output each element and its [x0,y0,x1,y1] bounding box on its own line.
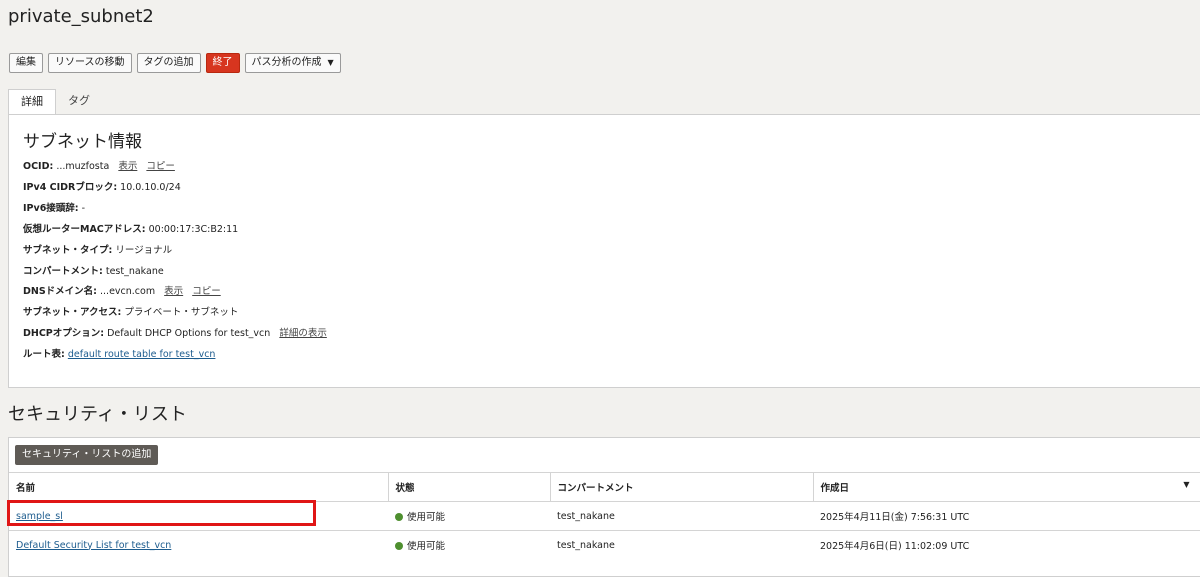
dhcp-label: DHCPオプション: [23,328,105,339]
column-name[interactable]: 名前 [9,472,389,502]
compartment-label: コンパートメント: [23,266,103,277]
page-title: private_subnet2 [8,6,154,27]
info-mac: 仮想ルーターMACアドレス: 00:00:17:3C:B2:11 [23,221,238,235]
info-ocid: OCID: ...muzfosta 表示 コピー [23,158,175,172]
dhcp-detail-link[interactable]: 詳細の表示 [279,328,327,339]
dhcp-value: Default DHCP Options for test_vcn [107,328,271,339]
table-header-row: 名前 状態 コンパートメント 作成日 ▼ [9,472,1200,502]
security-list-table: 名前 状態 コンパートメント 作成日 ▼ sample_sl 使用可能 test… [9,472,1200,559]
subnet-info-panel: サブネット情報 OCID: ...muzfosta 表示 コピー IPv4 CI… [8,114,1200,388]
info-access: サブネット・アクセス: プライベート・サブネット [23,304,238,318]
terminate-button[interactable]: 終了 [205,53,240,73]
ocid-label: OCID: [23,161,54,172]
ocid-value: ...muzfosta [56,161,110,172]
security-list-panel: セキュリティ・リストの追加 名前 状態 コンパートメント 作成日 ▼ sampl… [8,437,1200,577]
column-state[interactable]: 状態 [388,472,551,502]
dns-label: DNSドメイン名: [23,286,97,297]
status-available-icon [395,513,403,521]
table-row: Default Security List for test_vcn 使用可能 … [9,530,1200,559]
sort-caret-down-icon[interactable]: ▼ [1183,480,1189,489]
column-compartment[interactable]: コンパートメント [550,472,814,502]
status-available-icon [395,542,403,550]
security-list-title: セキュリティ・リスト [8,404,187,425]
tab-bar: 詳細 タグ [8,89,102,115]
caret-down-icon: ▼ [327,58,334,67]
ocid-show-link[interactable]: 表示 [118,161,137,172]
tab-tags[interactable]: タグ [56,89,102,115]
route-table-link[interactable]: default route table for test_vcn [68,349,216,360]
info-compartment: コンパートメント: test_nakane [23,263,164,277]
mac-value: 00:00:17:3C:B2:11 [148,224,239,235]
info-ipv6: IPv6接頭辞: - [23,200,85,214]
ipv4-label: IPv4 CIDRブロック: [23,182,118,193]
subnet-type-value: リージョナル [115,245,173,256]
ocid-copy-link[interactable]: コピー [146,161,175,172]
security-list-name-link[interactable]: Default Security List for test_vcn [16,540,171,551]
path-analysis-label: パス分析の作成 [251,57,322,68]
edit-button[interactable]: 編集 [9,53,43,73]
table-row: sample_sl 使用可能 test_nakane 2025年4月11日(金)… [9,501,1200,531]
state-value: 使用可能 [407,541,446,552]
security-list-name-link[interactable]: sample_sl [16,511,63,522]
subnet-info-title: サブネット情報 [23,132,142,152]
info-ipv4: IPv4 CIDRブロック: 10.0.10.0/24 [23,179,181,193]
move-resource-button[interactable]: リソースの移動 [48,53,132,73]
column-created-label: 作成日 [820,483,850,494]
dns-value: ...evcn.com [100,286,156,297]
ipv6-value: - [81,203,86,214]
action-toolbar: 編集 リソースの移動 タグの追加 終了 パス分析の作成 ▼ [9,53,341,73]
route-label: ルート表: [23,349,65,360]
created-cell: 2025年4月6日(日) 11:02:09 UTC [820,541,970,552]
dns-show-link[interactable]: 表示 [164,286,183,297]
state-value: 使用可能 [407,512,446,523]
column-created[interactable]: 作成日 ▼ [813,472,1200,502]
mac-label: 仮想ルーターMACアドレス: [23,224,146,235]
access-value: プライベート・サブネット [124,307,239,318]
compartment-cell: test_nakane [550,530,813,559]
create-path-analysis-button[interactable]: パス分析の作成 ▼ [244,53,341,73]
subnet-type-label: サブネット・タイプ: [23,245,113,256]
ipv4-value: 10.0.10.0/24 [120,182,181,193]
compartment-value: test_nakane [105,266,164,277]
info-dhcp: DHCPオプション: Default DHCP Options for test… [23,325,327,339]
tab-details[interactable]: 詳細 [8,89,56,115]
access-label: サブネット・アクセス: [23,307,122,318]
created-cell: 2025年4月11日(金) 7:56:31 UTC [820,512,970,523]
info-route: ルート表: default route table for test_vcn [23,346,215,360]
compartment-cell: test_nakane [550,501,813,531]
ipv6-label: IPv6接頭辞: [23,203,79,214]
dns-copy-link[interactable]: コピー [192,286,221,297]
info-dns: DNSドメイン名: ...evcn.com 表示 コピー [23,283,221,297]
add-tag-button[interactable]: タグの追加 [136,53,201,73]
info-subnet-type: サブネット・タイプ: リージョナル [23,242,172,256]
add-security-list-button[interactable]: セキュリティ・リストの追加 [15,445,159,465]
